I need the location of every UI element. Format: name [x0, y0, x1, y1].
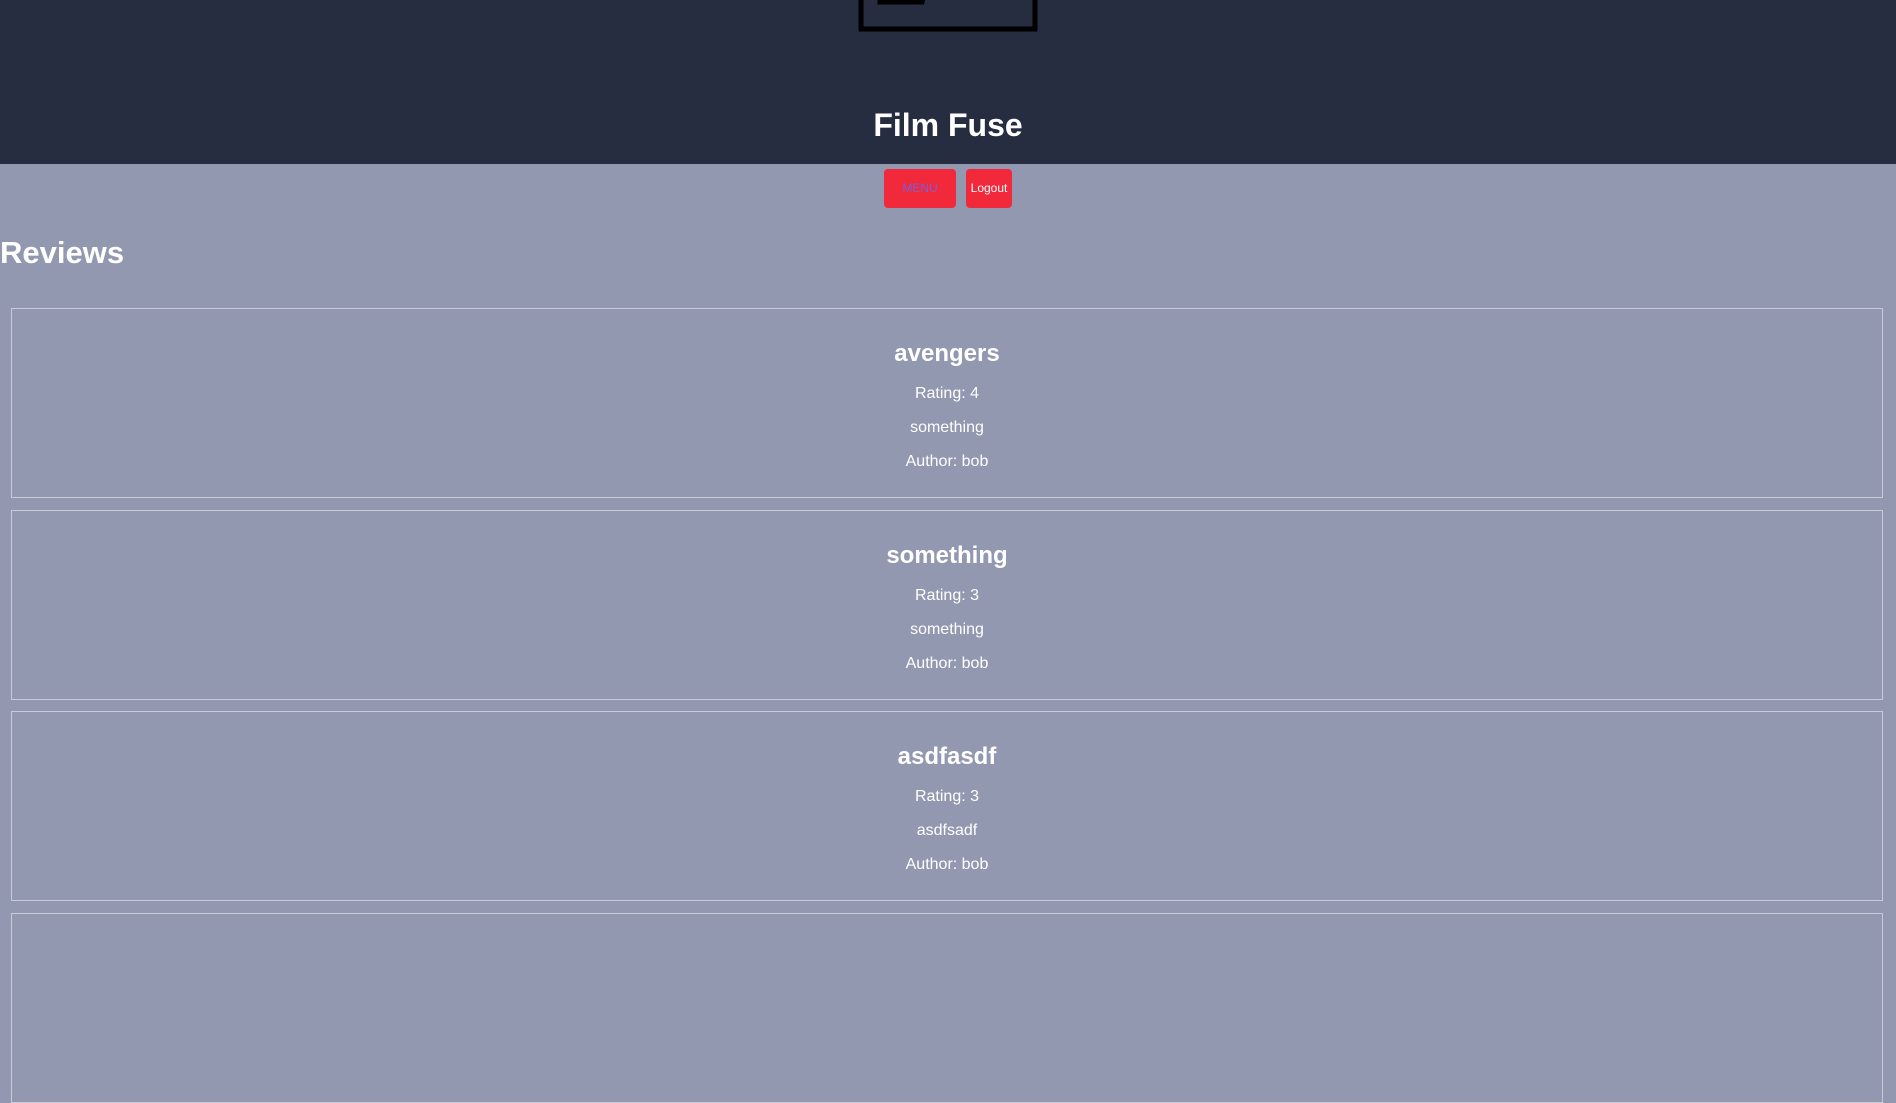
review-body: asdfsadf: [916, 822, 978, 839]
review-rating: Rating: 3: [914, 587, 980, 604]
nav-bar: MENU Logout: [0, 169, 1896, 209]
projector-logo-icon: [858, 0, 1038, 32]
review-card: something Rating: 3 something Author: bo…: [11, 510, 1883, 700]
review-author: Author: bob: [905, 453, 989, 470]
site-title: Film Fuse: [873, 107, 1023, 143]
review-body: something: [910, 419, 984, 436]
review-title: avengers: [894, 340, 1000, 367]
review-title: asdfasdf: [897, 743, 997, 770]
review-author: Author: bob: [905, 856, 989, 873]
review-card: [11, 913, 1883, 1103]
menu-button[interactable]: MENU: [884, 169, 956, 208]
review-card: asdfasdf Rating: 3 asdfsadf Author: bob: [11, 711, 1883, 901]
review-rating: Rating: 4: [914, 385, 980, 402]
review-author: Author: bob: [905, 655, 989, 672]
review-card: avengers Rating: 4 something Author: bob: [11, 308, 1883, 498]
review-body: something: [910, 621, 984, 638]
page-title: Reviews: [0, 235, 125, 270]
site-header: Film Fuse: [0, 0, 1896, 164]
review-title: something: [886, 542, 1008, 569]
review-rating: Rating: 3: [914, 788, 980, 805]
logout-button[interactable]: Logout: [966, 169, 1012, 208]
